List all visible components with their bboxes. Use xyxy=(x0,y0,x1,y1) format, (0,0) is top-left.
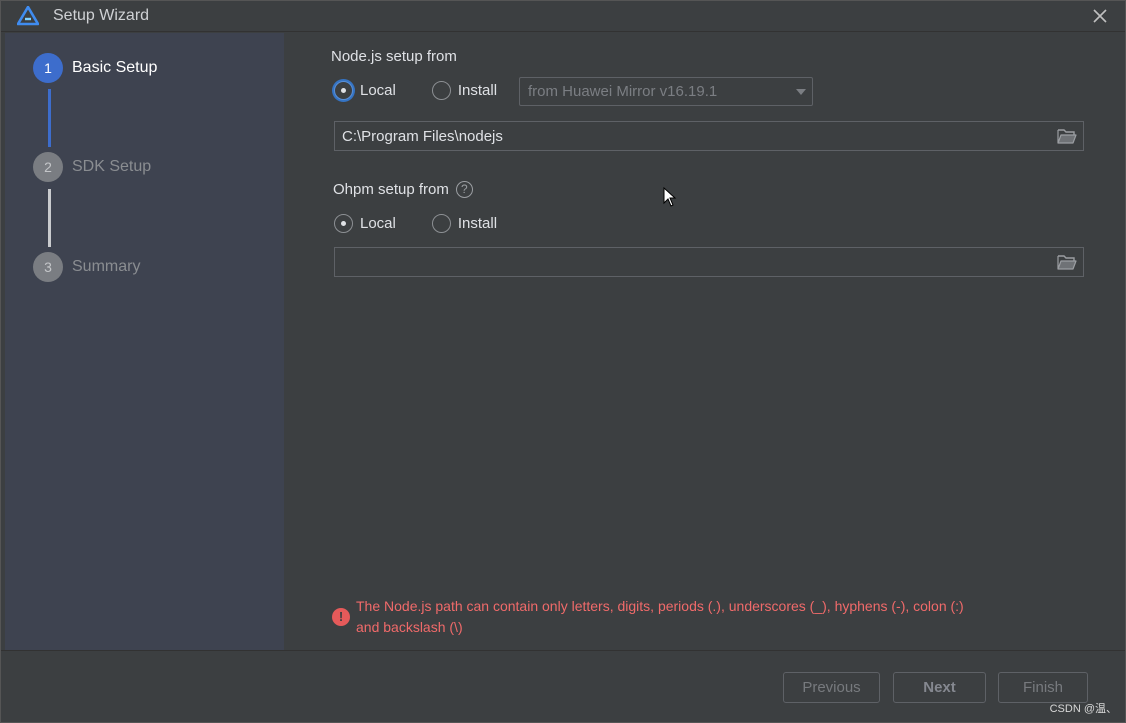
radio-label: Local xyxy=(360,82,396,99)
mouse-cursor-icon xyxy=(663,187,677,207)
step-label: Summary xyxy=(72,258,141,275)
nodejs-section-title: Node.js setup from xyxy=(331,48,457,65)
step-connector xyxy=(48,89,51,147)
step-summary: 3 Summary xyxy=(33,252,140,282)
error-icon: ! xyxy=(332,608,350,626)
ohpm-path-input[interactable] xyxy=(335,248,1043,276)
nodejs-install-radio[interactable]: Install xyxy=(431,81,498,100)
nodejs-local-radio[interactable]: Local xyxy=(334,81,396,100)
next-button[interactable]: Next xyxy=(893,672,986,703)
ohpm-section-title: Ohpm setup from? xyxy=(333,180,473,199)
step-number: 2 xyxy=(33,152,63,182)
nodejs-path-input[interactable] xyxy=(335,122,1043,150)
setup-wizard-window: Setup Wizard 1 Basic Setup 2 SDK Setup 3… xyxy=(0,0,1126,723)
ohpm-source-options: Local Install xyxy=(334,214,519,233)
ohpm-title-text: Ohpm setup from xyxy=(333,181,449,198)
title-bar: Setup Wizard xyxy=(1,1,1125,32)
step-basic-setup: 1 Basic Setup xyxy=(33,53,157,83)
radio-unchecked-icon xyxy=(431,214,451,233)
wizard-footer: Previous Next Finish xyxy=(1,650,1125,722)
folder-open-icon[interactable] xyxy=(1057,127,1077,145)
radio-label: Local xyxy=(360,215,396,232)
validation-error-message: The Node.js path can contain only letter… xyxy=(356,596,1116,638)
window-title: Setup Wizard xyxy=(53,7,150,24)
watermark: CSDN @温、 xyxy=(1049,703,1117,715)
folder-open-icon[interactable] xyxy=(1057,253,1077,271)
close-icon xyxy=(1093,9,1107,23)
error-line-1: The Node.js path can contain only letter… xyxy=(356,598,964,614)
step-sdk-setup: 2 SDK Setup xyxy=(33,152,151,182)
error-line-2: and backslash (\) xyxy=(356,619,463,635)
nodejs-path-field xyxy=(334,121,1084,151)
close-button[interactable] xyxy=(1089,5,1111,27)
step-connector xyxy=(48,189,51,247)
radio-label: Install xyxy=(457,215,498,232)
step-number: 1 xyxy=(33,53,63,83)
basic-setup-panel: Node.js setup from Local Install from Hu… xyxy=(284,33,1125,650)
previous-button[interactable]: Previous xyxy=(783,672,880,703)
wizard-steps-sidebar: 1 Basic Setup 2 SDK Setup 3 Summary xyxy=(5,33,284,650)
mirror-select-value: from Huawei Mirror v16.19.1 xyxy=(528,83,718,100)
step-label: SDK Setup xyxy=(72,158,152,175)
finish-button[interactable]: Finish xyxy=(998,672,1088,703)
ohpm-install-radio[interactable]: Install xyxy=(431,214,498,233)
ohpm-local-radio[interactable]: Local xyxy=(334,214,396,233)
radio-label: Install xyxy=(457,82,498,99)
ohpm-path-field xyxy=(334,247,1084,277)
help-icon[interactable]: ? xyxy=(455,180,473,198)
radio-checked-icon xyxy=(334,214,353,233)
chevron-down-icon xyxy=(796,89,806,95)
app-logo-icon xyxy=(17,6,39,26)
radio-checked-icon xyxy=(334,81,353,100)
nodejs-mirror-select[interactable]: from Huawei Mirror v16.19.1 xyxy=(519,77,813,106)
nodejs-source-options: Local Install xyxy=(334,81,519,100)
step-label: Basic Setup xyxy=(72,59,158,76)
step-number: 3 xyxy=(33,252,63,282)
radio-unchecked-icon xyxy=(431,81,451,100)
